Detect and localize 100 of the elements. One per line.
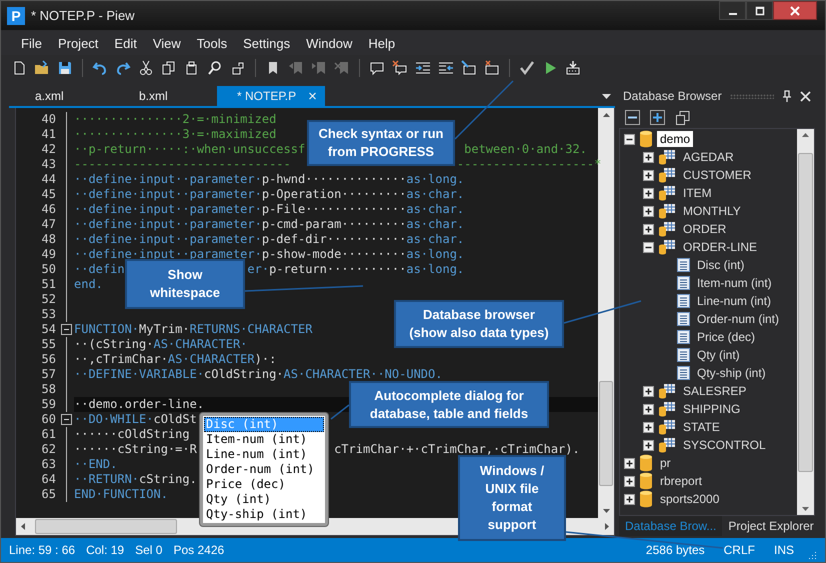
menu-item[interactable]: Project (50, 36, 106, 50)
tree-item[interactable]: CUSTOMER (680, 167, 754, 183)
scrollbar-thumb[interactable] (599, 381, 613, 486)
menu-item[interactable]: Settings (235, 36, 298, 50)
line-number: 53 (40, 307, 56, 322)
menu-item[interactable]: Edit (106, 36, 145, 50)
tree-item[interactable]: Price (dec) (694, 329, 758, 345)
expand-icon[interactable] (643, 440, 654, 450)
field-icon (677, 366, 690, 380)
scissors-icon[interactable] (138, 60, 154, 76)
expand-icon[interactable] (643, 404, 654, 414)
copy-icon[interactable] (161, 60, 177, 76)
tree-item[interactable]: SALESREP (680, 383, 750, 399)
expand-icon[interactable] (643, 422, 654, 432)
expand-icon[interactable] (643, 170, 654, 180)
panel-tab[interactable]: Database Brow... (619, 516, 722, 536)
callout: Windows / UNIX file format support (458, 455, 566, 541)
line-number: 47 (40, 217, 56, 232)
expand-icon[interactable] (643, 206, 654, 216)
close-button[interactable] (773, 1, 817, 20)
expand-icon[interactable] (624, 476, 635, 486)
tree-item[interactable]: Qty (int) (694, 347, 743, 363)
autocomplete-item[interactable]: Qty (int) (204, 492, 324, 507)
expand-icon[interactable] (643, 386, 654, 396)
close-icon[interactable] (800, 90, 811, 102)
expand-icon[interactable] (624, 458, 635, 468)
outdent-icon[interactable] (438, 60, 454, 76)
autocomplete-item[interactable]: Price (dec) (204, 477, 324, 492)
tree-item[interactable]: SYSCONTROL (680, 437, 769, 453)
panel-tab[interactable]: Project Explorer (722, 516, 820, 536)
menu-item[interactable]: Window (298, 36, 360, 50)
redo-icon[interactable] (115, 60, 131, 76)
collapse-all-icon[interactable] (625, 110, 640, 124)
maximize-button[interactable] (746, 1, 773, 20)
open-folder-icon[interactable] (34, 60, 50, 76)
tree-item[interactable]: SHIPPING (680, 401, 744, 417)
tree-item[interactable]: AGEDAR (680, 149, 737, 165)
autocomplete-item[interactable]: Item-num (int) (204, 432, 324, 447)
autocomplete-item[interactable]: Qty-ship (int) (204, 507, 324, 522)
search-icon[interactable] (207, 60, 223, 76)
pin-icon[interactable] (782, 90, 792, 102)
copy-icon[interactable] (675, 110, 690, 124)
collapse-icon[interactable] (624, 134, 635, 144)
tree-item[interactable]: ORDER-LINE (680, 239, 760, 255)
table-icon (658, 383, 676, 399)
tree-item[interactable]: Qty-ship (int) (694, 365, 769, 381)
tree-item[interactable]: pr (657, 455, 674, 471)
undo-icon[interactable] (92, 60, 108, 76)
tree-item[interactable]: demo (657, 131, 694, 147)
line-number: 52 (40, 292, 56, 307)
expand-all-icon[interactable] (650, 110, 665, 124)
menu-item[interactable]: Help (360, 36, 404, 50)
minimize-button[interactable] (719, 1, 746, 20)
dropdown-icon[interactable] (602, 94, 611, 98)
menu-item[interactable]: Tools (188, 36, 236, 50)
code-text: FUNCTION·MyTrim·RETURNS·CHARACTER (74, 322, 312, 336)
field-icon (677, 294, 690, 308)
line-number: 59 (40, 397, 56, 412)
tree-item[interactable]: sports2000 (657, 491, 722, 507)
tree-item[interactable]: Line-num (int) (694, 293, 774, 309)
tree-item[interactable]: rbreport (657, 473, 706, 489)
code-text: ······cString·=·R (74, 442, 197, 456)
collapse-icon[interactable] (643, 242, 654, 252)
code-text: ··demo.order-line. (74, 397, 204, 411)
close-tab-icon[interactable]: × (308, 88, 317, 104)
editor-tab[interactable]: * NOTEP.P × (217, 86, 325, 106)
comment-icon[interactable] (369, 60, 385, 76)
tree-item[interactable]: Order-num (int) (694, 311, 782, 327)
collapse-icon[interactable] (61, 414, 72, 425)
code-text: ------------------------------ (74, 157, 291, 171)
menu-item[interactable]: File (13, 36, 50, 50)
collapse-icon[interactable] (61, 324, 72, 335)
table-icon (658, 419, 676, 435)
expand-icon[interactable] (643, 152, 654, 162)
compile-icon[interactable] (565, 60, 581, 76)
expand-icon[interactable] (643, 188, 654, 198)
editor-tab[interactable]: b.xml (113, 86, 217, 106)
editor-tab[interactable]: a.xml (9, 86, 113, 106)
tree-item[interactable]: ITEM (680, 185, 715, 201)
tree-item[interactable]: MONTHLY (680, 203, 744, 219)
tree-item[interactable]: Disc (int) (694, 257, 748, 273)
tree-item[interactable]: Item-num (int) (694, 275, 775, 291)
autocomplete-item[interactable]: Line-num (int) (204, 447, 324, 462)
tree-item[interactable]: ORDER (680, 221, 730, 237)
leader-line (454, 80, 514, 140)
code-text: ··END. (74, 457, 118, 471)
save-icon[interactable] (57, 60, 73, 76)
tree-item[interactable]: STATE (680, 419, 723, 435)
line-number: 61 (40, 427, 56, 442)
expand-icon[interactable] (643, 224, 654, 234)
check-icon[interactable] (519, 60, 535, 76)
indent-icon[interactable] (415, 60, 431, 76)
scrollbar-thumb[interactable] (35, 519, 177, 534)
expand-icon[interactable] (624, 494, 635, 504)
menu-item[interactable]: View (144, 36, 189, 50)
database-icon (639, 490, 653, 508)
autocomplete-item[interactable]: Order-num (int) (204, 462, 324, 477)
scrollbar-thumb[interactable] (798, 152, 813, 472)
database-icon (639, 454, 653, 472)
uncomment-icon[interactable] (392, 60, 408, 76)
